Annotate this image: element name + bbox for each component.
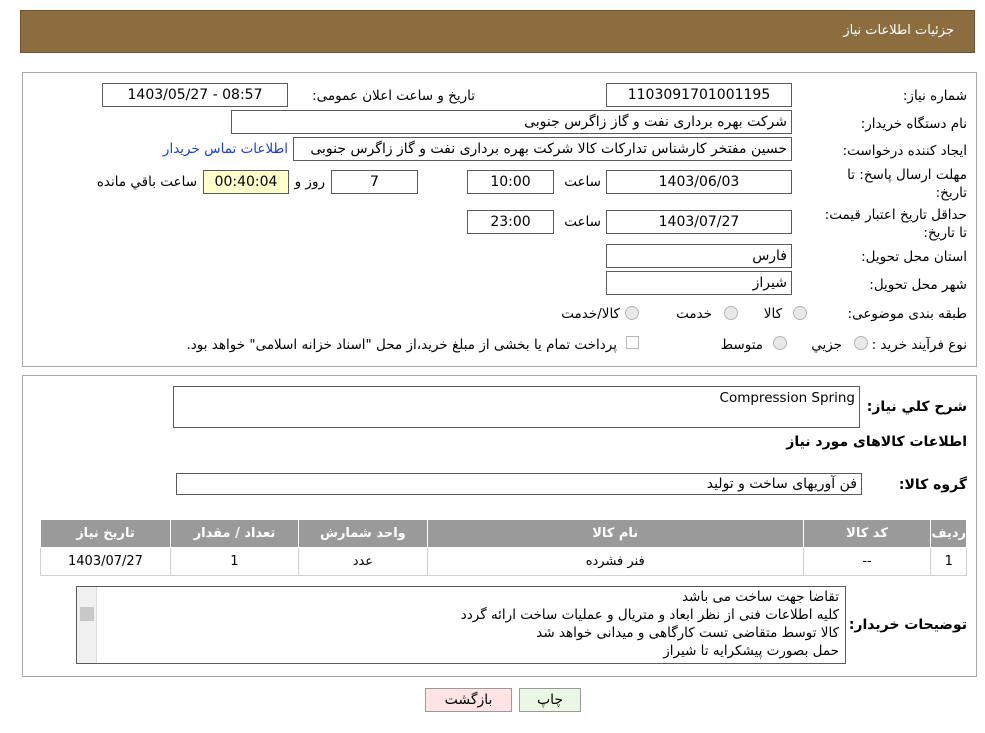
table-header-row: ردیف کد کالا نام کالا واحد شمارش تعداد /… <box>40 519 967 548</box>
validity-date-field: 1403/07/27 <box>606 210 792 234</box>
category-goods-label: کالا <box>763 306 782 322</box>
days-field: 7 <box>331 170 418 194</box>
deadline-time-label: ساعت <box>564 174 601 190</box>
buyer-contact-link[interactable]: اطلاعات تماس خریدار <box>163 141 288 157</box>
summary-text: Compression Spring <box>719 390 855 406</box>
buyer-note-line-3: کالا توسط متقاضی تست کارگاهی و میدانی خو… <box>536 625 839 641</box>
category-service-label: خدمت <box>676 306 712 322</box>
summary-textarea: Compression Spring <box>173 386 860 428</box>
buyer-label: نام دستگاه خریدار: <box>860 116 967 132</box>
page-title: جزئیات اطلاعات نیاز <box>843 23 954 38</box>
buyer-note-line-4: حمل بصورت پیشکرایه تا شیراز <box>663 643 839 659</box>
cell-code: -- <box>802 547 932 576</box>
validity-time-field: 23:00 <box>467 210 554 234</box>
col-row-header: ردیف <box>930 519 967 548</box>
city-label: شهر محل تحویل: <box>869 277 967 293</box>
creator-label: ایجاد کننده درخواست: <box>842 143 967 159</box>
city-field: شیراز <box>606 271 792 295</box>
goods-group-label: گروه کالا: <box>898 477 967 493</box>
col-code-header: کد کالا <box>802 519 932 548</box>
validity-time-label: ساعت <box>564 214 601 230</box>
creator-field: حسین مفتخر کارشناس تدارکات کالا شرکت بهر… <box>293 137 792 161</box>
process-medium-radio[interactable] <box>773 336 787 350</box>
buyer-notes-textarea[interactable]: تقاضا جهت ساخت می باشد کلیه اطلاعات فنی … <box>76 586 846 664</box>
goods-info-title: اطلاعات کالاهای مورد نیاز <box>786 434 967 450</box>
province-field: فارس <box>606 244 792 268</box>
days-label: روز و <box>294 174 325 190</box>
print-button[interactable]: چاپ <box>519 688 581 712</box>
deadline-time-field: 10:00 <box>467 170 554 194</box>
cell-unit: عدد <box>297 547 428 576</box>
category-goods-radio[interactable] <box>793 306 807 320</box>
table-row: 1 -- فنر فشرده عدد 1 1403/07/27 <box>40 547 967 576</box>
category-service-radio[interactable] <box>724 306 738 320</box>
need-number-field: 1103091701001195 <box>606 83 792 107</box>
validity-label: حداقل تاريخ اعتبار قيمت: تا تاريخ: <box>824 207 967 241</box>
cell-row: 1 <box>930 547 967 576</box>
notes-scroll-thumb[interactable] <box>80 607 94 621</box>
deadline-date-field: 1403/06/03 <box>606 170 792 194</box>
cell-date: 1403/07/27 <box>40 547 171 576</box>
remaining-time-label: ساعت باقي مانده <box>96 174 197 190</box>
process-label: نوع فرآیند خرید : <box>871 337 967 353</box>
back-button[interactable]: بازگشت <box>425 688 512 712</box>
col-name-header: نام کالا <box>426 519 804 548</box>
announce-date-field: 1403/05/27 - 08:57 <box>102 83 288 107</box>
cell-qty: 1 <box>169 547 299 576</box>
buyer-notes-label: توضیحات خریدار: <box>848 617 967 633</box>
col-qty-header: تعداد / مقدار <box>169 519 299 548</box>
notes-scrollbar[interactable] <box>77 587 97 663</box>
page-header: جزئیات اطلاعات نیاز <box>20 10 975 53</box>
process-medium-label: متوسط <box>720 337 763 353</box>
buyer-note-line-2: کلیه اطلاعات فنی از نظر ابعاد و متریال و… <box>460 607 839 623</box>
process-minor-label: جزیي <box>811 337 842 353</box>
col-date-header: تاریخ نیاز <box>40 519 171 548</box>
treasury-payment-text: پرداخت تمام یا بخشی از مبلغ خرید،از محل … <box>186 337 617 353</box>
category-label: طبقه بندی موضوعی: <box>847 306 967 322</box>
buyer-field: شرکت بهره برداری نفت و گاز زاگرس جنوبی <box>231 110 792 134</box>
goods-table: ردیف کد کالا نام کالا واحد شمارش تعداد /… <box>40 519 967 576</box>
deadline-label: مهلت ارسال پاسخ: تا تاریخ: <box>847 167 967 201</box>
treasury-payment-checkbox[interactable] <box>626 336 639 349</box>
province-label: استان محل تحویل: <box>861 249 967 265</box>
process-minor-radio[interactable] <box>854 336 868 350</box>
remaining-time-field: 00:40:04 <box>203 170 289 194</box>
category-both-radio[interactable] <box>625 306 639 320</box>
buyer-note-line-1: تقاضا جهت ساخت می باشد <box>681 589 839 605</box>
goods-group-field: فن آوریهای ساخت و تولید <box>176 473 862 495</box>
category-both-label: کالا/خدمت <box>561 306 620 322</box>
col-unit-header: واحد شمارش <box>297 519 428 548</box>
announce-date-label: تاریخ و ساعت اعلان عمومی: <box>312 88 475 104</box>
summary-label: شرح كلي نياز: <box>866 399 967 415</box>
cell-name: فنر فشرده <box>426 547 804 576</box>
need-number-label: شماره نیاز: <box>902 88 967 104</box>
